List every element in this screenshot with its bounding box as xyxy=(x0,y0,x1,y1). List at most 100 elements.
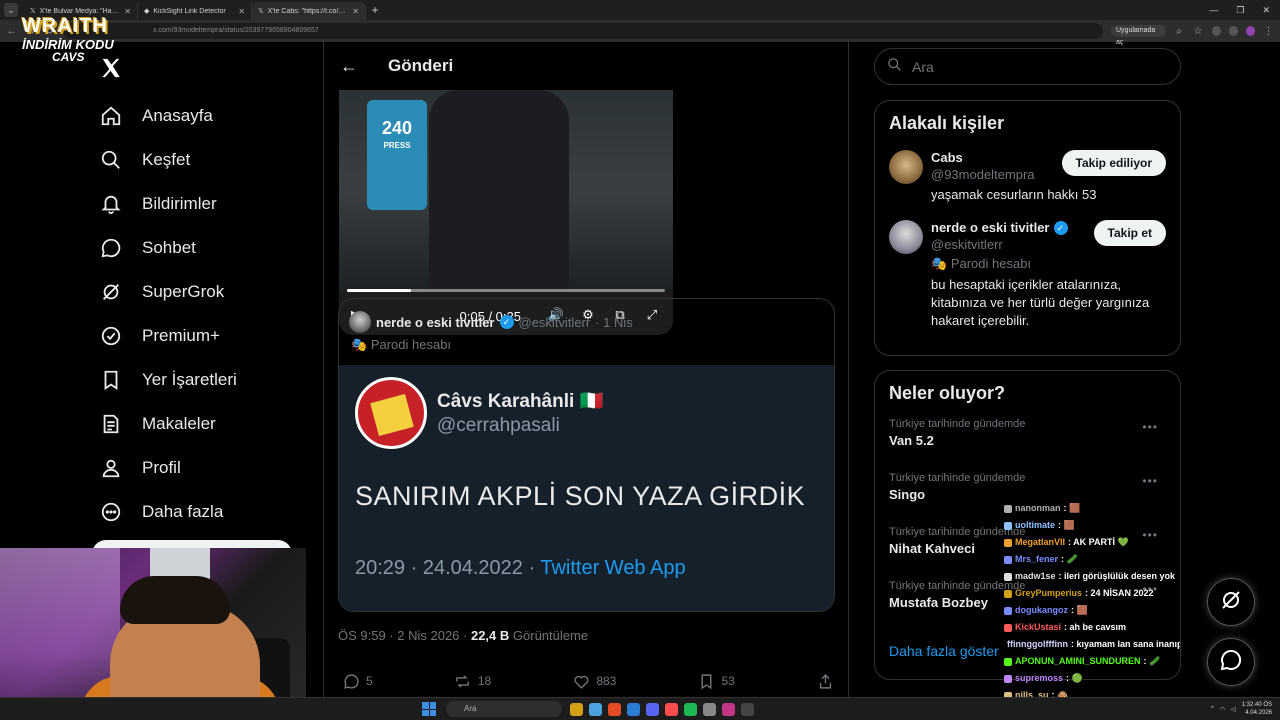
extension-icon[interactable] xyxy=(1211,26,1221,36)
obs-icon[interactable] xyxy=(703,702,716,716)
reply-button[interactable]: 5 xyxy=(342,672,373,690)
taskbar-search[interactable]: Ara xyxy=(446,701,562,717)
nav-label: Makaleler xyxy=(142,414,216,433)
messages-float-button[interactable] xyxy=(1207,638,1255,686)
url-field[interactable]: x.com/93modeltempra/status/2039779658904… xyxy=(63,23,1103,39)
close-icon[interactable]: ✕ xyxy=(124,7,131,16)
chat-username: madw1se xyxy=(1015,571,1056,581)
chrome-icon[interactable] xyxy=(608,702,621,716)
app-icon[interactable] xyxy=(722,702,735,716)
nav-item-chat[interactable]: Sohbet xyxy=(98,226,318,270)
chat-badge-icon xyxy=(1004,606,1012,615)
trend-context: Türkiye tarihinde gündemde xyxy=(889,472,1026,484)
nav-item-explore[interactable]: Keşfet xyxy=(98,138,318,182)
grok-float-button[interactable] xyxy=(1207,578,1255,626)
screenshot-meta: 20:29 · 24.04.2022 · Twitter Web App xyxy=(355,557,686,580)
maximize-icon[interactable]: ❐ xyxy=(1236,5,1244,16)
trends-title: Neler oluyor? xyxy=(889,383,1006,403)
search-box[interactable]: Ara xyxy=(874,48,1181,85)
person-name: Cabs xyxy=(931,150,963,165)
file-explorer-icon[interactable] xyxy=(570,702,583,716)
back-arrow-icon[interactable]: ← xyxy=(340,56,358,77)
following-button[interactable]: Takip ediliyor xyxy=(1061,150,1166,176)
app-icon[interactable] xyxy=(741,702,754,716)
close-icon[interactable]: ✕ xyxy=(1262,5,1270,16)
screenshot-app: Twitter Web App xyxy=(540,557,686,579)
chat-badge-icon xyxy=(1004,504,1012,513)
discord-icon[interactable] xyxy=(646,702,659,716)
wifi-icon[interactable]: ◠ xyxy=(1220,706,1225,713)
word-icon[interactable] xyxy=(627,702,640,716)
nav-item-more[interactable]: Daha fazla xyxy=(98,490,318,534)
nav-item-notifications[interactable]: Bildirimler xyxy=(98,182,318,226)
close-icon[interactable]: ✕ xyxy=(238,7,245,16)
tab-search-icon[interactable]: ⌄ xyxy=(4,3,18,17)
quoted-author-name[interactable]: nerde o eski tivitler xyxy=(376,315,495,330)
related-person[interactable]: Cabs @93modeltempra yaşamak cesurların h… xyxy=(889,150,1166,204)
quoted-author-handle[interactable]: @eskitvitlerr xyxy=(519,315,591,330)
nav-label: Sohbet xyxy=(142,238,196,257)
taskbar-clock[interactable]: 1:32:40 ÖS 4.04.2026 xyxy=(1242,701,1272,717)
related-people-panel: Alakalı kişiler Cabs @93modeltempra yaşa… xyxy=(874,100,1181,356)
quoted-tweet-screenshot[interactable]: Câvs Karahânli 🇮🇹 @cerrahpasali SANIRIM … xyxy=(339,365,834,611)
like-button[interactable]: 883 xyxy=(572,672,616,690)
avatar[interactable] xyxy=(349,311,371,333)
zoom-icon[interactable]: ⌕ xyxy=(1174,26,1185,37)
tweet-timestamp[interactable]: ÖS 9:59 · 2 Nis 2026 · xyxy=(338,628,467,643)
edge-icon[interactable] xyxy=(589,702,602,716)
nav-item-profile[interactable]: Profil xyxy=(98,446,318,490)
nav-item-premium[interactable]: Premium+ xyxy=(98,314,318,358)
like-count: 883 xyxy=(596,674,617,688)
screenshot-author-name: Câvs Karahânli 🇮🇹 xyxy=(437,391,604,412)
x-tab-icon: 𝕏 xyxy=(30,8,36,15)
chat-text: : 🟫 xyxy=(1071,605,1088,615)
spotify-icon[interactable] xyxy=(684,702,697,716)
parody-label: 🎭 Parodi hesabı xyxy=(339,333,834,353)
back-icon[interactable]: ← xyxy=(6,26,17,37)
trend-item[interactable]: Türkiye tarihinde gündemde Van 5.2 ••• xyxy=(889,418,1166,458)
chat-text: : ah be cavsım xyxy=(1064,622,1127,632)
app-icon[interactable] xyxy=(665,702,678,716)
chat-text: : 🟫 xyxy=(1058,520,1075,530)
taskbar-apps xyxy=(570,702,754,716)
new-tab-button[interactable]: + xyxy=(366,3,384,17)
avatar[interactable] xyxy=(889,220,923,254)
show-more-link[interactable]: Daha fazla göster xyxy=(889,643,999,659)
browser-tab-2[interactable]: ◆ KickSight Link Detector ✕ xyxy=(138,2,252,20)
page-title: Gönderi xyxy=(388,56,454,75)
main-header: ← Gönderi xyxy=(324,42,848,90)
volume-icon[interactable]: ◁ xyxy=(1231,706,1236,713)
nav-item-bookmarks[interactable]: Yer İşaretleri xyxy=(98,358,318,402)
menu-icon[interactable]: ⋮ xyxy=(1263,26,1274,37)
avatar[interactable] xyxy=(889,150,923,184)
related-person[interactable]: nerde o eski tivitler ✓ @eskitvitlerr 🎭 P… xyxy=(889,220,1166,330)
share-button[interactable] xyxy=(816,672,834,690)
trend-name: Van 5.2 xyxy=(889,433,934,448)
chat-badge-icon xyxy=(1004,657,1012,666)
profile-avatar[interactable] xyxy=(1245,26,1256,36)
windows-start-icon[interactable] xyxy=(422,702,436,716)
x-logo-icon[interactable] xyxy=(100,55,122,86)
related-person-bio: bu hesaptaki içerikler atalarınıza, kita… xyxy=(931,277,1150,328)
quoted-tweet[interactable]: nerde o eski tivitler ✓ @eskitvitlerr · … xyxy=(338,298,835,612)
press-number: 240 xyxy=(381,118,413,138)
nav-item-home[interactable]: Anasayfa xyxy=(98,94,318,138)
chevron-up-icon[interactable]: ^ xyxy=(1211,706,1214,712)
video-progress-bar[interactable] xyxy=(347,289,665,292)
follow-button[interactable]: Takip et xyxy=(1093,220,1166,246)
extension-icon[interactable] xyxy=(1228,26,1238,36)
more-icon[interactable]: ••• xyxy=(1142,474,1158,488)
chat-username: APONUN_AMINI_SUNDUREN xyxy=(1015,656,1141,666)
nav-item-supergrok[interactable]: SuperGrok xyxy=(98,270,318,314)
browser-tab-3[interactable]: 𝕏 X'te Cabs: "https://t.co/ObfGuj ✕ xyxy=(252,2,366,20)
minimize-icon[interactable]: — xyxy=(1209,5,1218,16)
chat-username: GreyPumperius xyxy=(1015,588,1083,598)
open-in-app-button[interactable]: Uygulamada aç xyxy=(1111,25,1166,46)
more-icon[interactable]: ••• xyxy=(1142,420,1158,434)
repost-button[interactable]: 18 xyxy=(454,672,491,690)
grok-icon xyxy=(1219,588,1243,617)
star-icon[interactable]: ☆ xyxy=(1193,26,1204,37)
nav-item-articles[interactable]: Makaleler xyxy=(98,402,318,446)
bookmark-button[interactable]: 53 xyxy=(698,672,735,690)
close-icon[interactable]: ✕ xyxy=(352,7,359,16)
